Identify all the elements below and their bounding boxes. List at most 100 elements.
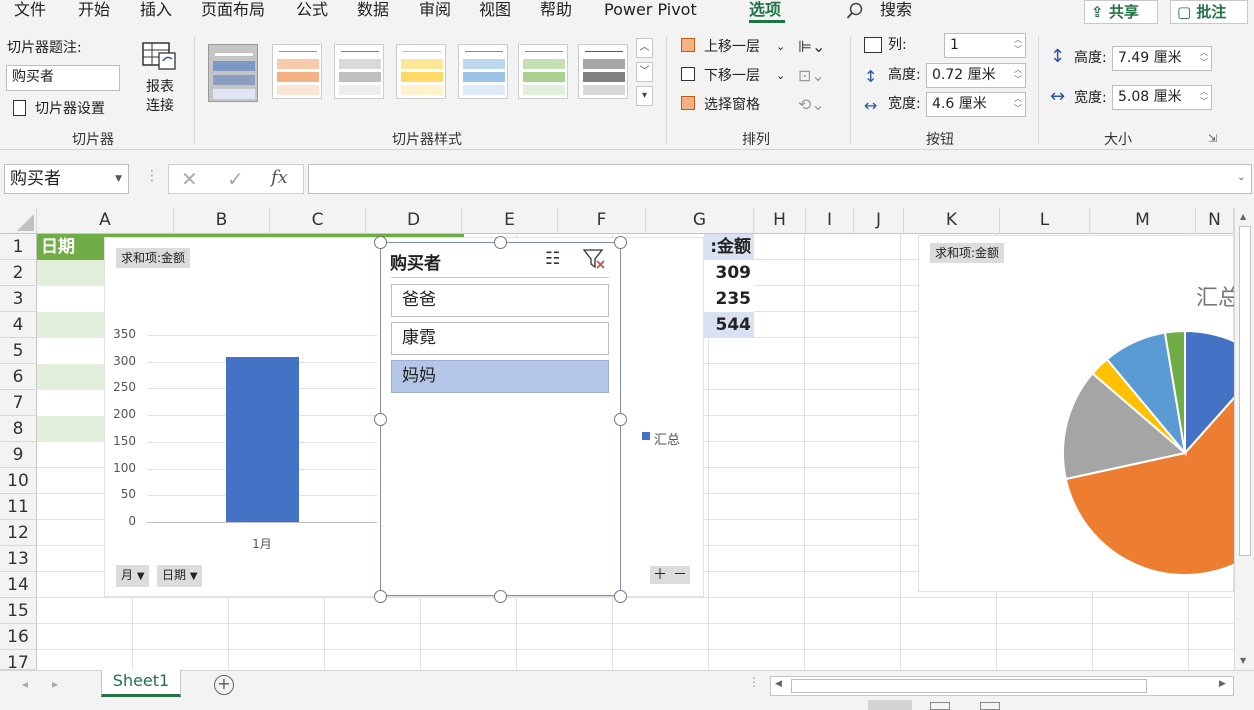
row-header[interactable]: 11 xyxy=(0,494,37,520)
comments-button[interactable]: ▢ 批注 xyxy=(1170,0,1248,24)
scroll-down-icon[interactable]: ▼ xyxy=(1240,656,1246,665)
slicer-settings-button[interactable]: 切片器设置 xyxy=(8,98,128,120)
resize-handle[interactable] xyxy=(614,590,627,603)
row-header[interactable]: 4 xyxy=(0,312,37,338)
resize-handle[interactable] xyxy=(374,236,387,249)
bar-chart-legend[interactable]: 汇总 xyxy=(654,429,680,448)
vertical-scroll-thumb[interactable] xyxy=(1239,226,1251,556)
row-header[interactable]: 12 xyxy=(0,520,37,546)
column-header-c[interactable]: C xyxy=(270,208,366,234)
gallery-scroll-up[interactable]: ︿ xyxy=(636,38,653,58)
align-icon[interactable]: ⊫⌄ xyxy=(798,37,825,56)
row-header[interactable]: 2 xyxy=(0,260,37,286)
menu-review[interactable]: 审阅 xyxy=(419,0,451,20)
columns-input[interactable]: 1 ︿ ﹀ xyxy=(944,33,1026,58)
expand-field-icon[interactable]: ＋ xyxy=(650,566,670,584)
cancel-icon[interactable]: ✕ xyxy=(181,167,198,191)
cell-g1[interactable]: :金额 xyxy=(704,234,754,260)
slicer-item-dad[interactable]: 爸爸 xyxy=(391,284,609,317)
report-connections-button[interactable]: 报表 连接 xyxy=(134,34,184,122)
button-width-input[interactable]: 4.6 厘米 ︿ ﹀ xyxy=(926,92,1026,117)
resize-handle[interactable] xyxy=(494,590,507,603)
slicer-style-tile-2[interactable] xyxy=(272,44,322,99)
menu-home[interactable]: 开始 xyxy=(78,0,110,20)
menu-options[interactable]: 选项 xyxy=(749,0,781,20)
column-header-l[interactable]: L xyxy=(1000,208,1090,234)
resize-handle[interactable] xyxy=(374,413,387,426)
menu-data[interactable]: 数据 xyxy=(357,0,389,20)
shape-height-spinner[interactable]: ︿ ﹀ xyxy=(1199,48,1209,68)
cell-g2[interactable]: 309 xyxy=(704,260,754,286)
button-height-spinner[interactable]: ︿ ﹀ xyxy=(1013,65,1023,85)
expand-formula-bar-icon[interactable]: ⌄ xyxy=(1237,172,1245,183)
columns-spinner[interactable]: ︿ ﹀ xyxy=(1013,35,1023,55)
collapse-field-icon[interactable]: － xyxy=(670,566,690,584)
row-header[interactable]: 9 xyxy=(0,442,37,468)
button-width-spinner[interactable]: ︿ ﹀ xyxy=(1013,94,1023,114)
search-label[interactable]: 搜索 xyxy=(880,0,912,20)
vertical-scrollbar[interactable]: ▲ ▼ xyxy=(1234,208,1254,670)
menu-file[interactable]: 文件 xyxy=(14,0,46,20)
slicer-buyer[interactable]: 购买者 ☷ 爸爸 康霓 妈妈 xyxy=(380,242,621,596)
row-header[interactable]: 16 xyxy=(0,624,37,650)
send-backward-button[interactable]: 下移一层 ⌄ xyxy=(680,65,790,87)
scroll-left-icon[interactable]: ◀ xyxy=(775,679,782,689)
slicer-style-tile-5[interactable] xyxy=(458,44,508,99)
name-box[interactable]: 购买者 ▼ xyxy=(4,164,129,194)
size-dialog-launcher-icon[interactable]: ⇲ xyxy=(1208,132,1217,145)
enter-icon[interactable]: ✓ xyxy=(227,167,244,191)
gallery-more-button[interactable]: ▾ xyxy=(636,86,653,106)
slicer-style-tile-6[interactable] xyxy=(518,44,568,99)
gallery-scroll-down[interactable]: ﹀ xyxy=(636,62,653,82)
page-layout-view-icon[interactable] xyxy=(930,702,950,710)
slicer-style-tile-7[interactable] xyxy=(578,44,628,99)
column-header-a[interactable]: A xyxy=(37,208,174,234)
sheet-tab-sheet1[interactable]: Sheet1 xyxy=(101,670,181,697)
row-header[interactable]: 17 xyxy=(0,650,37,670)
slicer-item-mom[interactable]: 妈妈 xyxy=(391,360,609,393)
column-header-b[interactable]: B xyxy=(174,208,270,234)
row-header[interactable]: 1 xyxy=(0,234,37,260)
row-header[interactable]: 6 xyxy=(0,364,37,390)
select-all-corner[interactable] xyxy=(0,208,37,234)
row-header[interactable]: 7 xyxy=(0,390,37,416)
column-header-i[interactable]: I xyxy=(806,208,854,234)
slicer-caption-input[interactable]: 购买者 xyxy=(6,65,120,91)
cell-g3[interactable]: 235 xyxy=(704,286,754,312)
column-header-h[interactable]: H xyxy=(754,208,806,234)
month-field-button[interactable]: 月 ▼ xyxy=(116,565,149,587)
chart-values-field-button[interactable]: 求和项:金额 xyxy=(116,248,191,268)
slicer-style-tile-1[interactable] xyxy=(208,44,258,102)
bar[interactable] xyxy=(225,356,299,522)
menu-insert[interactable]: 插入 xyxy=(140,0,172,20)
prev-sheet-icon[interactable]: ◂ xyxy=(22,677,28,691)
resize-handle[interactable] xyxy=(374,590,387,603)
bring-forward-button[interactable]: 上移一层 ⌄ xyxy=(680,36,790,58)
clear-filter-icon[interactable] xyxy=(582,248,607,274)
selection-pane-button[interactable]: 选择窗格 xyxy=(680,94,790,116)
menu-view[interactable]: 视图 xyxy=(479,0,511,20)
row-header[interactable]: 13 xyxy=(0,546,37,572)
more-options-icon[interactable]: ⋮ xyxy=(145,168,159,184)
menu-formulas[interactable]: 公式 xyxy=(296,0,328,20)
resize-handle[interactable] xyxy=(614,413,627,426)
date-field-button[interactable]: 日期 ▼ xyxy=(157,565,202,587)
slicer-item-kangni[interactable]: 康霓 xyxy=(391,322,609,355)
shape-height-input[interactable]: 7.49 厘米 ︿ ﹀ xyxy=(1112,46,1212,71)
formula-input[interactable] xyxy=(308,164,1252,194)
horizontal-scroll-thumb[interactable] xyxy=(791,679,1147,693)
cell-g4[interactable]: 544 xyxy=(704,312,754,338)
row-header[interactable]: 8 xyxy=(0,416,37,442)
search-icon[interactable] xyxy=(846,2,864,24)
button-height-input[interactable]: 0.72 厘米 ︿ ﹀ xyxy=(926,63,1026,88)
column-header-n[interactable]: N xyxy=(1196,208,1234,234)
normal-view-icon[interactable] xyxy=(868,700,912,710)
row-header[interactable]: 3 xyxy=(0,286,37,312)
scroll-right-icon[interactable]: ▶ xyxy=(1219,679,1226,689)
share-button[interactable]: ⇪ 共享 xyxy=(1084,0,1158,24)
chevron-down-icon[interactable]: ▼ xyxy=(115,165,122,193)
add-sheet-icon[interactable]: + xyxy=(214,675,234,695)
row-header[interactable]: 10 xyxy=(0,468,37,494)
column-header-d[interactable]: D xyxy=(366,208,462,234)
shape-width-spinner[interactable]: ︿ ﹀ xyxy=(1199,87,1209,107)
